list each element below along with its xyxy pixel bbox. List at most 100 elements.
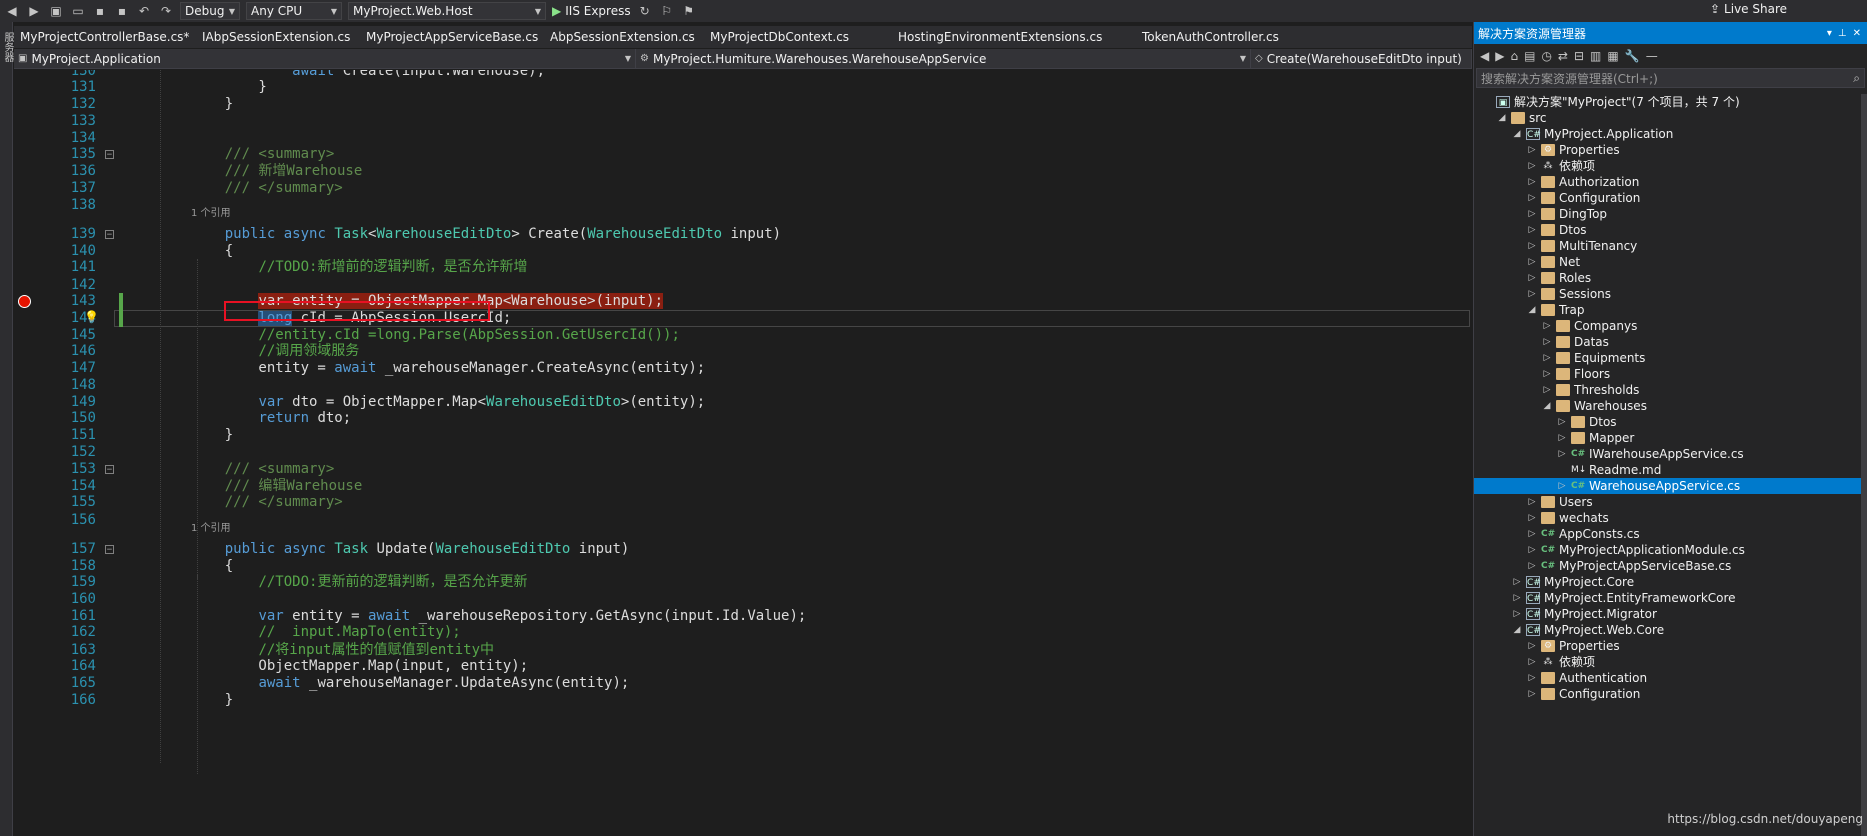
code-line[interactable]: 153 /// <summary> [14,461,1472,478]
code-line[interactable]: 166 } [14,692,1472,709]
tree-item[interactable]: ▷ Thresholds [1474,382,1866,398]
collapsed-arrow-icon[interactable]: ▷ [1512,590,1522,606]
tree-item[interactable]: ▷ DingTop [1474,206,1866,222]
collapsed-arrow-icon[interactable]: ▷ [1542,318,1552,334]
tree-item[interactable]: ▷ C# AppConsts.cs [1474,526,1866,542]
collapsed-arrow-icon[interactable]: ▷ [1527,686,1537,702]
save-all-icon[interactable]: ▪ [114,3,130,19]
code-line[interactable]: 134 [14,130,1472,147]
preview-icon[interactable]: ▦ [1607,49,1618,63]
code-line[interactable]: 164 ObjectMapper.Map(input, entity); [14,658,1472,675]
collapsed-arrow-icon[interactable]: ▷ [1527,638,1537,654]
forward-icon[interactable]: ▶ [26,3,42,19]
refresh-icon[interactable]: ↻ [637,3,653,19]
back-icon[interactable]: ◀ [1480,49,1489,63]
collapsed-arrow-icon[interactable]: ▷ [1542,350,1552,366]
tree-item[interactable]: ▷ Floors [1474,366,1866,382]
collapsed-arrow-icon[interactable]: ▷ [1557,446,1567,462]
collapsed-arrow-icon[interactable]: ▷ [1512,574,1522,590]
collapsed-arrow-icon[interactable]: ▷ [1542,366,1552,382]
code-text[interactable]: //将input属性的值赋值到entity中 [191,642,494,659]
project-dropdown[interactable]: ▣ MyProject.Application ▼ [14,49,636,68]
tab-item[interactable]: HostingEnvironmentExtensions.cs [892,30,1136,44]
tree-item[interactable]: ◢ Trap [1474,302,1866,318]
tree-item[interactable]: ▷ Companys [1474,318,1866,334]
code-line[interactable]: 159 //TODO:更新前的逻辑判断，是否允许更新 [14,574,1472,591]
code-line[interactable]: 152 [14,444,1472,461]
code-line[interactable]: 158 { [14,558,1472,575]
tree-item[interactable]: ▷ C# MyProjectApplicationModule.cs [1474,542,1866,558]
tree-item[interactable]: ▷ Configuration [1474,686,1866,702]
collapse-all-icon[interactable]: ⊟ [1574,49,1584,63]
code-text[interactable]: ObjectMapper.Map(input, entity); [191,658,528,675]
scrollbar[interactable] [1861,94,1867,836]
collapsed-arrow-icon[interactable]: ▷ [1527,270,1537,286]
code-text[interactable]: //TODO:更新前的逻辑判断，是否允许更新 [191,574,527,591]
tab-item[interactable]: MyProjectAppServiceBase.cs [360,30,544,44]
expanded-arrow-icon[interactable]: ◢ [1512,126,1522,142]
tree-item[interactable]: M↓ Readme.md [1474,462,1866,478]
code-text[interactable]: /// <summary> [191,146,335,163]
code-line[interactable]: 165 await _warehouseManager.UpdateAsync(… [14,675,1472,692]
open-folder-icon[interactable]: ▭ [70,3,86,19]
collapsed-arrow-icon[interactable]: ▷ [1527,206,1537,222]
code-line[interactable]: 141 //TODO:新增前的逻辑判断，是否允许新增 [14,259,1472,276]
solution-explorer-search[interactable]: 搜索解决方案资源管理器(Ctrl+;) ⌕ [1476,68,1865,88]
code-line[interactable]: 133 [14,113,1472,130]
tree-item[interactable]: ▷ ⚙ Properties [1474,142,1866,158]
collapsed-arrow-icon[interactable]: ▷ [1512,606,1522,622]
tree-item[interactable]: ▷ Mapper [1474,430,1866,446]
code-text[interactable]: /// 新增Warehouse [191,163,363,180]
tree-item[interactable]: ▷ Users [1474,494,1866,510]
expanded-arrow-icon[interactable]: ◢ [1527,302,1537,318]
code-line[interactable]: 154 /// 编辑Warehouse [14,478,1472,495]
collapsed-arrow-icon[interactable]: ▷ [1527,654,1537,670]
expanded-arrow-icon[interactable]: ◢ [1512,622,1522,638]
minus-icon[interactable]: — [1646,49,1658,63]
code-text[interactable]: } [191,96,233,113]
tree-item[interactable]: ◢ C# MyProject.Web.Core [1474,622,1866,638]
pin-icon[interactable]: ⊥ [1838,28,1847,39]
tree-item[interactable]: ▷ Datas [1474,334,1866,350]
tree-item[interactable]: ▷ C# MyProject.Migrator [1474,606,1866,622]
collapsed-arrow-icon[interactable]: ▷ [1527,670,1537,686]
collapsed-arrow-icon[interactable]: ▷ [1557,478,1567,494]
collapsed-arrow-icon[interactable]: ▷ [1527,238,1537,254]
live-share-button[interactable]: ⇪ Live Share [1710,2,1787,16]
back-icon[interactable]: ◀ [4,3,20,19]
code-text[interactable]: /// <summary> [191,461,335,478]
code-line[interactable]: 139 public async Task<WarehouseEditDto> … [14,226,1472,243]
tab-item[interactable]: MyProjectControllerBase.cs* [14,30,196,44]
collapsed-arrow-icon[interactable]: ▷ [1527,190,1537,206]
tree-item[interactable]: ▣ 解决方案"MyProject"(7 个项目，共 7 个) [1474,94,1866,110]
code-line[interactable]: 135 /// <summary> [14,146,1472,163]
undo-icon[interactable]: ↶ [136,3,152,19]
code-text[interactable]: public async Task Update(WarehouseEditDt… [191,541,630,558]
code-text[interactable]: /// 编辑Warehouse [191,478,363,495]
tree-item[interactable]: ▷ Authentication [1474,670,1866,686]
tree-item[interactable]: ▷ Equipments [1474,350,1866,366]
member-dropdown[interactable]: ◇ Create(WarehouseEditDto input) [1251,49,1472,68]
collapsed-arrow-icon[interactable]: ▷ [1527,558,1537,574]
server-explorer-strip[interactable]: 服务器 [0,22,13,836]
redo-icon[interactable]: ↷ [158,3,174,19]
collapsed-arrow-icon[interactable]: ▷ [1527,254,1537,270]
code-line[interactable]: 131 } [14,79,1472,96]
code-editor[interactable]: 130 await Create(input.Warehouse); 131 } 1… [14,70,1472,836]
save-icon[interactable]: ▪ [92,3,108,19]
code-text[interactable]: { [191,243,233,260]
code-text[interactable]: public async Task<WarehouseEditDto> Crea… [191,226,781,243]
close-icon[interactable]: ✕ [1853,28,1861,39]
tree-item[interactable]: ▷ C# MyProject.EntityFrameworkCore [1474,590,1866,606]
forward-icon[interactable]: ▶ [1495,49,1504,63]
tab-item[interactable]: MyProjectDbContext.cs [704,30,892,44]
code-text[interactable]: // input.MapTo(entity); [191,624,460,641]
collapsed-arrow-icon[interactable]: ▷ [1527,526,1537,542]
tree-item[interactable]: ▷ wechats [1474,510,1866,526]
tree-item[interactable]: ▷ C# MyProjectAppServiceBase.cs [1474,558,1866,574]
collapsed-arrow-icon[interactable]: ▷ [1557,414,1567,430]
tree-item[interactable]: ▷ Dtos [1474,414,1866,430]
tab-item[interactable]: IAbpSessionExtension.cs [196,30,360,44]
tree-item[interactable]: ▷ C# MyProject.Core [1474,574,1866,590]
code-line[interactable]: 142 [14,277,1472,294]
